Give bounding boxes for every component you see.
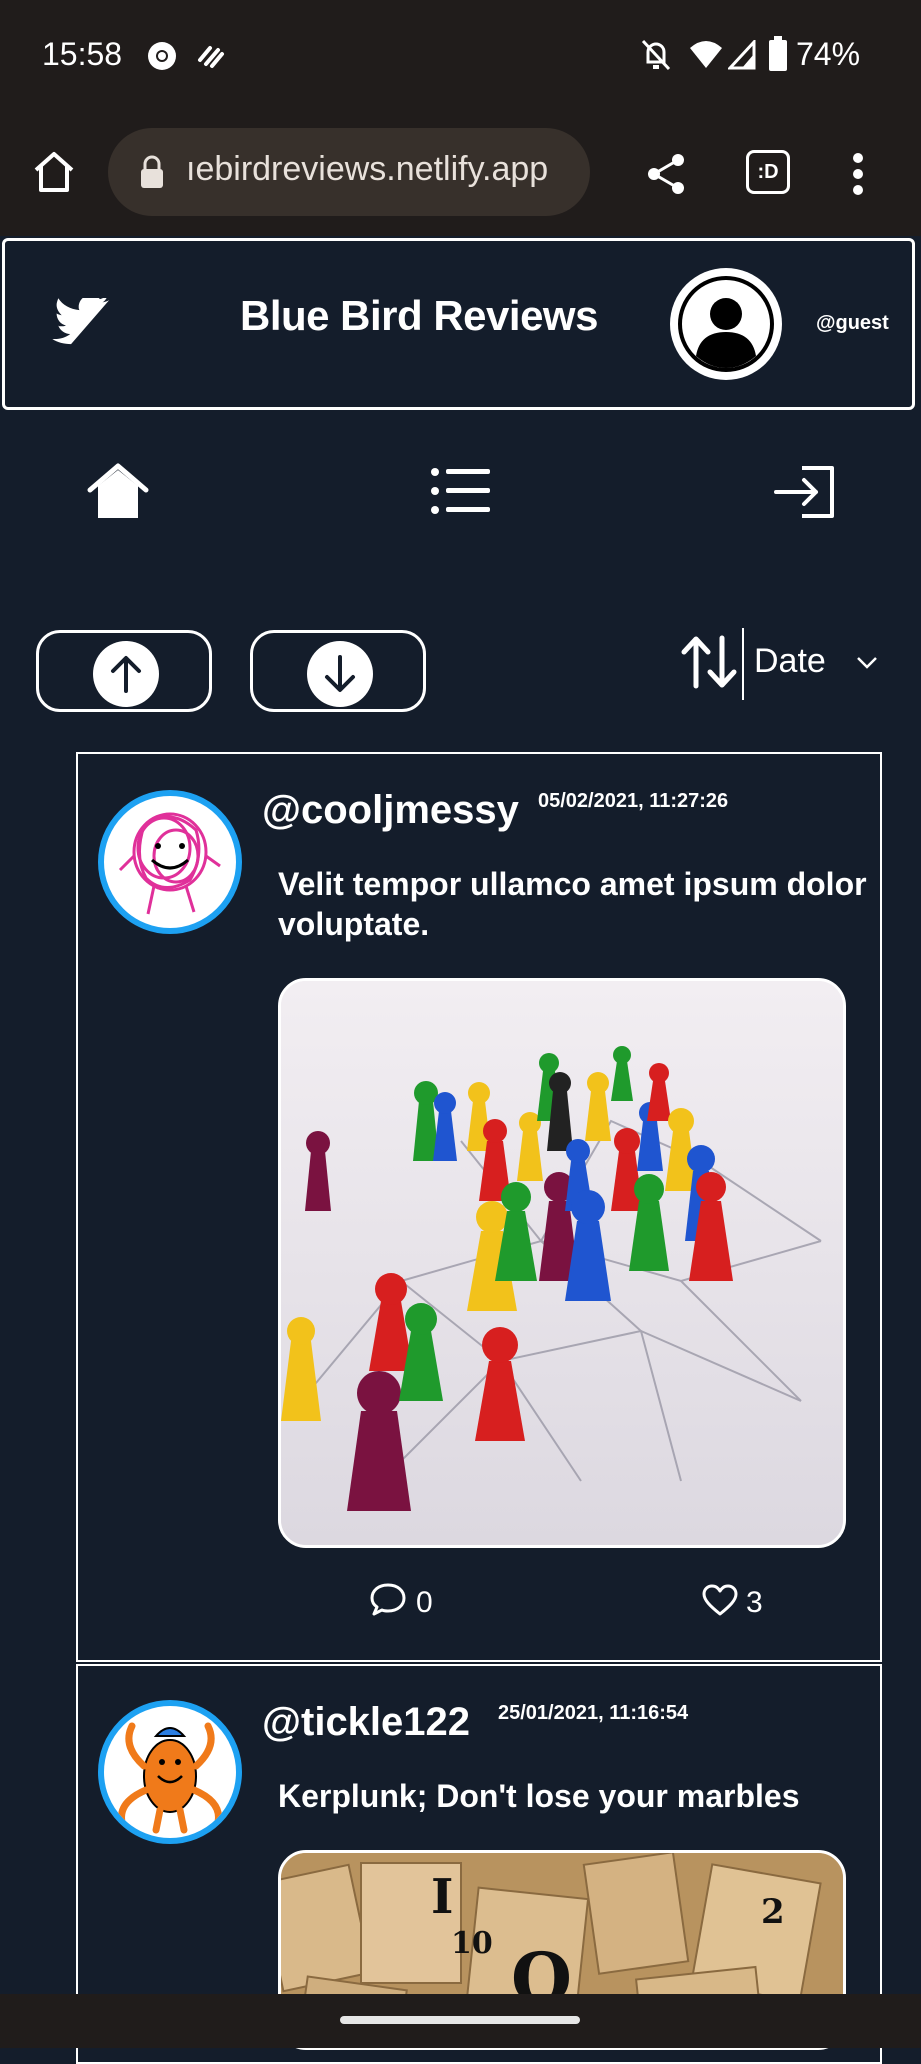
post-avatar[interactable] [98,790,242,934]
arrow-up-icon [93,641,159,707]
game-pieces-network-image [281,981,843,1545]
mute-bell-icon [640,38,672,72]
svg-text:10: 10 [451,1926,493,1961]
home-icon[interactable] [26,146,82,198]
post-image[interactable] [278,978,846,1548]
user-silhouette-icon [678,276,774,372]
username-label: @guest [816,312,889,334]
post-handle[interactable]: @tickle122 [262,1700,470,1745]
share-icon[interactable] [642,150,690,198]
signal-icon [726,38,756,70]
url-text[interactable]: ıebirdreviews.netlify.app [186,150,576,189]
post-date: 25/01/2021, 11:16:54 [498,1702,689,1724]
like-count: 3 [746,1586,763,1619]
post-date: 05/02/2021, 11:27:26 [538,790,729,812]
post-text: Velit tempor ullamco amet ipsum dolor vo… [278,866,867,942]
sort-select-value[interactable]: Date [754,642,826,681]
status-time: 15:58 [42,36,123,72]
post-avatar[interactable] [98,1700,242,1844]
battery-percent: 74% [796,36,861,72]
sort-descending-button[interactable] [250,630,426,712]
login-icon[interactable] [774,464,838,520]
notification-icon [196,42,226,70]
sort-order-icon [680,634,740,690]
page-title: Blue Bird Reviews [240,292,598,339]
sort-ascending-button[interactable] [36,630,212,712]
svg-text:I: I [431,1869,453,1925]
lock-icon [138,154,166,190]
arrow-down-icon [307,641,373,707]
post-handle[interactable]: @cooljmessy [262,788,519,833]
orange-character-icon [118,1722,222,1834]
svg-text:2: 2 [761,1892,785,1932]
more-menu-icon[interactable] [846,150,870,198]
heart-icon[interactable] [702,1584,738,1616]
twitter-bird-icon [52,294,112,350]
sort-divider [742,628,744,700]
chevron-down-icon[interactable] [856,656,878,670]
gesture-handle[interactable] [340,2016,580,2024]
post-text: Kerplunk; Don't lose your marbles [278,1778,800,1814]
comment-icon[interactable] [370,1582,406,1616]
avatar[interactable] [670,268,782,380]
home-nav-icon[interactable] [86,462,150,520]
comment-count: 0 [416,1586,433,1619]
tab-switcher-button[interactable]: :D [746,150,790,194]
list-nav-icon[interactable] [430,466,492,516]
battery-icon [768,36,788,72]
chrome-icon [146,40,178,72]
scribble-character-icon [118,812,221,915]
wifi-icon [688,38,724,70]
